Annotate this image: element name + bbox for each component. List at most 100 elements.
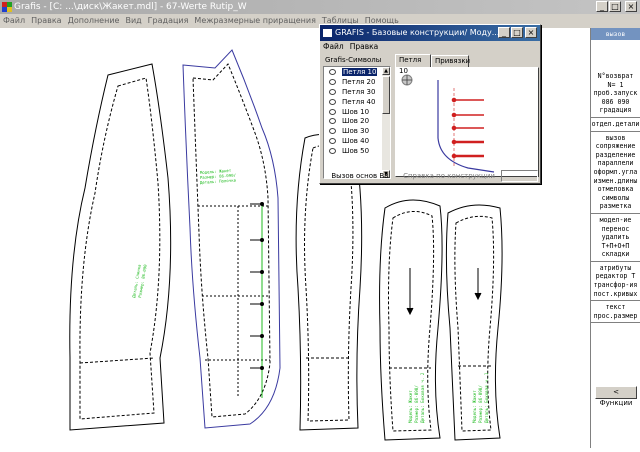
cmd-folds[interactable]: складки — [591, 250, 640, 259]
list-item[interactable]: Петля 30 — [324, 87, 390, 97]
cmd-text[interactable]: текст — [591, 303, 640, 312]
cmd-call[interactable]: вызов — [591, 134, 640, 143]
dialog-close-button[interactable]: × — [525, 27, 537, 38]
menu-edit[interactable]: Правка — [28, 14, 64, 28]
pattern-label-front: Модель: Жакет Размер: 86-090/ Деталь: По… — [200, 168, 237, 185]
cmd-blend[interactable]: сопряжение — [591, 142, 640, 151]
command-panel-header: вызов — [591, 28, 640, 40]
command-group-4: модел-ие перенос удалить Т+П+О+П складки — [591, 214, 640, 262]
dialog-status-field — [501, 170, 538, 182]
cmd-change-length[interactable]: измен.длины — [591, 177, 640, 186]
pattern-label-back: Деталь: Спинка Размер: 86-090 — [131, 264, 148, 299]
buttonhole-markers — [451, 97, 484, 159]
app-titlebar: Grafis - [C: ...\диск\Жакет.mdl] - 67-We… — [0, 0, 640, 14]
label-side1-line-1: Модель: Жакет — [472, 390, 477, 423]
cmd-symbols[interactable]: символы — [591, 194, 640, 203]
list-item[interactable]: Петля 40 — [324, 97, 390, 107]
dialog-menu-file[interactable]: Файл — [320, 41, 347, 53]
cmd-test-run[interactable]: проб.запуск — [591, 89, 640, 98]
scroll-thumb[interactable] — [382, 76, 390, 114]
menu-supplement[interactable]: Дополнение — [65, 14, 123, 28]
scroll-up-icon[interactable]: ▲ — [382, 67, 390, 75]
minimize-button[interactable]: _ — [596, 1, 608, 12]
list-item-label: Петля 20 — [342, 77, 376, 86]
cmd-mark[interactable]: отмеловка — [591, 185, 640, 194]
list-item-label: Шов 20 — [342, 117, 370, 126]
dialog-title: GRAFIS - Базовые конструкции/ Моду... — [335, 28, 500, 37]
functions-button[interactable]: < Функции — [595, 386, 637, 407]
cmd-number: N= 1 — [607, 80, 624, 89]
symbols-list-header: Grafis-Символы — [325, 56, 382, 64]
buttonhole-preview-drawing — [401, 74, 495, 173]
symbol-icon — [329, 118, 336, 125]
pattern-piece-back[interactable] — [69, 63, 172, 431]
command-group-6: текст прос.размер — [591, 301, 640, 324]
label-side2-line-1: Модель: Жакет — [408, 390, 413, 423]
list-item-label: Шов 10 — [342, 107, 370, 116]
cmd-split[interactable]: разделение — [591, 151, 640, 160]
call-base-button[interactable]: Вызов основ В8 — [323, 170, 397, 182]
base-constructions-dialog: GRAFIS - Базовые конструкции/ Моду... _ … — [319, 24, 541, 184]
symbol-icon — [329, 88, 336, 95]
list-item[interactable]: Шов 10 — [324, 107, 390, 117]
close-button[interactable]: × — [625, 1, 637, 12]
command-group-3: вызов сопряжение разделение параллели оф… — [591, 132, 640, 214]
menu-view[interactable]: Вид — [122, 14, 144, 28]
list-item-label: Шов 50 — [342, 147, 370, 156]
symbol-icon — [329, 108, 336, 115]
symbol-icon — [329, 148, 336, 155]
cmd-piece-finishing[interactable]: отдел.детали — [591, 120, 640, 129]
list-item[interactable]: Петля 10 — [324, 67, 390, 77]
pattern-label-side-1: Модель: Жакет Размер: 86-090/ Деталь: Бо… — [472, 372, 489, 423]
list-scrollbar[interactable]: ▲ ▼ — [382, 67, 390, 178]
list-item-label: Петля 40 — [342, 97, 376, 106]
cmd-delete[interactable]: удалить — [591, 233, 640, 242]
cmd-transform[interactable]: трансфор-ия — [591, 281, 640, 290]
cmd-markup[interactable]: разметка — [591, 202, 640, 211]
dialog-menubar: Файл Правка — [320, 41, 540, 53]
label-side2-line-3: Деталь: Боковая ч. 2 — [420, 372, 425, 423]
cmd-parallels[interactable]: параллели — [591, 159, 640, 168]
symbol-icon — [329, 69, 336, 75]
symbols-list[interactable]: Петля 10 Петля 20 Петля 30 Петля 40 Шов … — [323, 66, 391, 179]
label-side2-line-2: Размер: 86-090/ — [414, 385, 419, 423]
menu-size-increments[interactable]: Межразмерные приращения — [191, 14, 319, 28]
cmd-grading[interactable]: градация — [591, 106, 640, 115]
construction-help-button[interactable]: Справка по конструкции — [399, 170, 499, 182]
maximize-button[interactable]: □ — [609, 1, 621, 12]
dialog-maximize-button[interactable]: □ — [511, 27, 523, 38]
button-markers — [250, 202, 264, 370]
symbol-icon — [329, 128, 336, 135]
cmd-corner[interactable]: оформл.угла — [591, 168, 640, 177]
cmd-sizes: 086 090 — [601, 97, 630, 106]
symbol-icon — [329, 98, 336, 105]
grafis-app-icon — [2, 2, 12, 12]
menu-grading[interactable]: Градация — [145, 14, 192, 28]
list-item[interactable]: Петля 20 — [324, 77, 390, 87]
cmd-modeling[interactable]: модел-ие — [591, 216, 640, 225]
menu-file[interactable]: Файл — [0, 14, 28, 28]
cmd-tpop[interactable]: Т+П+О+П — [591, 242, 640, 251]
cmd-attributes[interactable]: атрибуты — [591, 264, 640, 273]
cmd-simple-size[interactable]: прос.размер — [591, 312, 640, 321]
tab-petlya-10[interactable]: Петля 10 — [395, 54, 431, 75]
list-item-label: Шов 40 — [342, 137, 370, 146]
list-item[interactable]: Шов 40 — [324, 136, 390, 146]
list-item[interactable]: Шов 50 — [324, 146, 390, 156]
list-item[interactable]: Шов 20 — [324, 116, 390, 126]
cmd-return[interactable]: N°возврат — [591, 72, 640, 81]
cmd-editor-t[interactable]: редактор Т — [591, 272, 640, 281]
dialog-titlebar[interactable]: GRAFIS - Базовые конструкции/ Моду... _ … — [320, 25, 540, 41]
list-item[interactable]: Шов 30 — [324, 126, 390, 136]
label-side1-line-3: Деталь: Боковая ч. 1 — [484, 372, 489, 423]
command-group-1: N°возврат N= 1 проб.запуск 086 090 града… — [591, 70, 640, 118]
list-item-label: Петля 30 — [342, 87, 376, 96]
pattern-piece-front[interactable] — [182, 49, 281, 429]
cmd-build-curves[interactable]: пост.кривых — [591, 290, 640, 299]
cmd-move[interactable]: перенос — [591, 225, 640, 234]
dialog-minimize-button[interactable]: _ — [498, 27, 510, 38]
tab-bindings[interactable]: Привязки — [431, 55, 470, 67]
command-group-2: отдел.детали — [591, 118, 640, 132]
dialog-menu-edit[interactable]: Правка — [347, 41, 382, 53]
list-item-label: Шов 30 — [342, 127, 370, 136]
